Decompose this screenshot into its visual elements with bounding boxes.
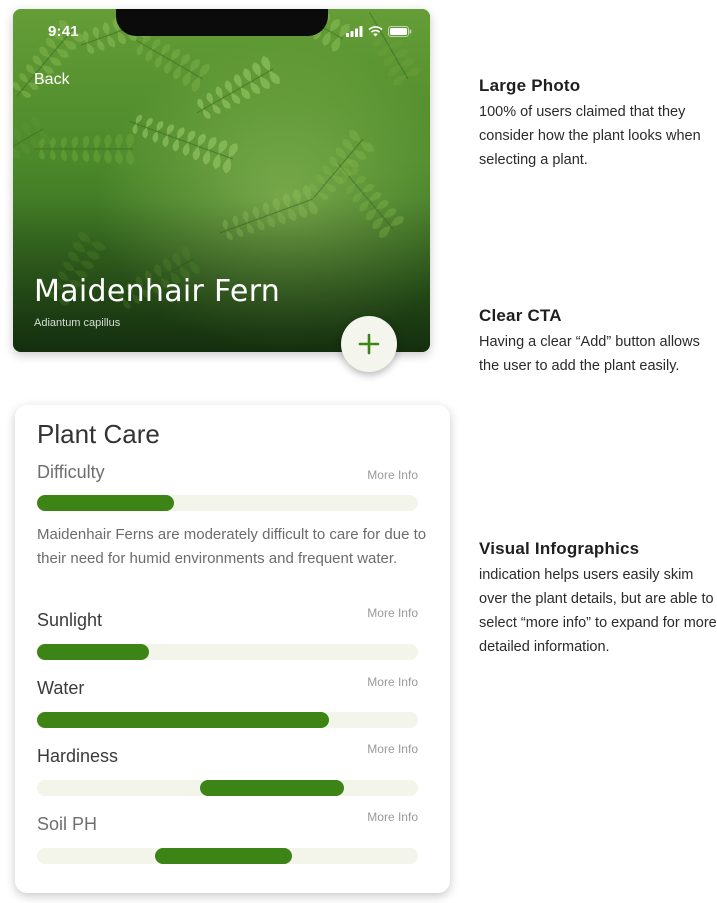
sunlight-meter-fill <box>37 644 150 660</box>
difficulty-meter-fill <box>37 495 175 511</box>
status-time: 9:41 <box>48 23 79 40</box>
hardiness-meter-fill <box>199 780 344 796</box>
annotation-clear-cta: Clear CTA Having a clear “Add” button al… <box>479 306 715 378</box>
difficulty-meter <box>37 495 418 511</box>
sunlight-label: Sunlight <box>37 610 103 630</box>
soil-ph-meter-fill <box>155 848 293 864</box>
difficulty-label: Difficulty <box>37 462 105 482</box>
hardiness-label: Hardiness <box>37 746 119 766</box>
status-icons <box>346 26 412 37</box>
hardiness-more-info-link[interactable]: More Info <box>367 742 418 756</box>
hardiness-meter <box>37 780 418 796</box>
water-meter-fill <box>37 712 330 728</box>
difficulty-description: Maidenhair Ferns are moderately difficul… <box>37 526 427 567</box>
wifi-icon <box>368 26 383 37</box>
annotation-visual-infographics: Visual Infographics indication helps use… <box>479 539 717 659</box>
device-notch <box>116 9 328 36</box>
plant-care-card: Plant Care Difficulty More Info Maidenha… <box>15 405 450 893</box>
plant-scientific-name: Adiantum capillus <box>34 317 121 329</box>
water-meter <box>37 712 418 728</box>
soil-ph-label: Soil PH <box>37 814 98 834</box>
add-plant-button[interactable] <box>341 316 397 372</box>
soil-ph-more-info-link[interactable]: More Info <box>367 810 418 824</box>
soil-ph-meter <box>37 848 418 864</box>
plus-icon <box>358 333 380 355</box>
annotation-title: Visual Infographics <box>479 539 640 558</box>
plant-photo-card: 9:41 Back Maidenhair Fern Adiantum capil… <box>13 9 430 352</box>
plant-care-title: Plant Care <box>37 419 160 449</box>
difficulty-more-info-link[interactable]: More Info <box>367 468 418 482</box>
sunlight-meter <box>37 644 418 660</box>
sunlight-more-info-link[interactable]: More Info <box>367 606 418 620</box>
annotation-body: Having a clear “Add” button allows the u… <box>479 334 700 374</box>
annotation-large-photo: Large Photo 100% of users claimed that t… <box>479 76 715 172</box>
back-link[interactable]: Back <box>34 71 70 89</box>
annotation-body: indication helps users easily skim over … <box>479 567 717 655</box>
plant-title: Maidenhair Fern <box>34 274 281 309</box>
water-more-info-link[interactable]: More Info <box>367 675 418 689</box>
water-label: Water <box>37 678 85 698</box>
battery-icon <box>388 26 412 37</box>
annotation-title: Large Photo <box>479 76 581 95</box>
annotation-title: Clear CTA <box>479 306 562 325</box>
signal-icon <box>346 26 363 37</box>
annotation-body: 100% of users claimed that they consider… <box>479 104 701 168</box>
